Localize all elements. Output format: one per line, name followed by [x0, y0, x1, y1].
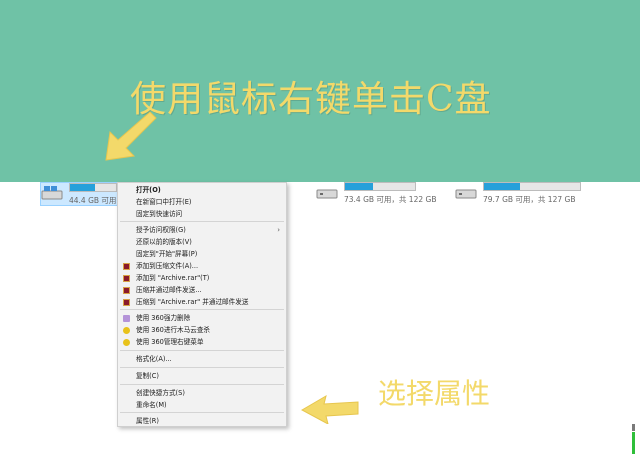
- context-menu-item[interactable]: 复制(C): [118, 371, 286, 382]
- context-menu-item[interactable]: 压缩并通过邮件发送...: [118, 285, 286, 296]
- instruction-caption: 选择属性: [378, 377, 491, 410]
- 360-delete-icon: [123, 315, 130, 322]
- context-menu-item[interactable]: 使用 360进行木马云查杀: [118, 325, 286, 336]
- scrollbar-indicator: [632, 432, 635, 454]
- drive-usage-bar: [69, 183, 117, 192]
- context-menu-item[interactable]: 属性(R): [118, 416, 286, 427]
- context-menu-item[interactable]: 格式化(A)...: [118, 354, 286, 365]
- context-menu-item[interactable]: 授予访问权限(G) ›: [118, 225, 286, 236]
- 360-icon: [123, 327, 130, 334]
- context-menu-item-label: 固定到"开始"屏幕(P): [136, 250, 198, 258]
- context-menu-item[interactable]: 创建快捷方式(S): [118, 388, 286, 399]
- context-menu-item-label: 固定到快速访问: [136, 210, 183, 218]
- context-menu-item-label: 格式化(A)...: [136, 355, 172, 363]
- context-menu-item-label: 打开(O): [136, 186, 161, 194]
- context-menu-item[interactable]: 添加到 "Archive.rar"(T): [118, 273, 286, 284]
- context-menu-item[interactable]: 重命名(M): [118, 400, 286, 411]
- context-menu-item[interactable]: 固定到"开始"屏幕(P): [118, 249, 286, 260]
- winrar-icon: [123, 287, 130, 294]
- instruction-headline: 使用鼠标右键单击C盘: [130, 79, 492, 120]
- menu-separator: [120, 367, 284, 368]
- menu-separator: [120, 221, 284, 222]
- context-menu-item-label: 使用 360进行木马云查杀: [136, 326, 211, 334]
- context-menu-item[interactable]: 在新窗口中打开(E): [118, 197, 286, 208]
- pointer-arrow-icon: [300, 394, 359, 424]
- menu-separator: [120, 309, 284, 310]
- context-menu-item-label: 授予访问权限(G): [136, 226, 186, 234]
- drive-c[interactable]: 44.4 GB 可用，: [40, 182, 124, 206]
- context-menu-item-label: 创建快捷方式(S): [136, 389, 185, 397]
- context-menu-item-label: 还原以前的版本(V): [136, 238, 192, 246]
- menu-separator: [120, 384, 284, 385]
- context-menu-item-label: 添加到 "Archive.rar"(T): [136, 274, 210, 282]
- context-menu-item[interactable]: 固定到快速访问: [118, 209, 286, 220]
- drive-usage-fill: [484, 183, 520, 190]
- hard-drive-icon: [455, 189, 477, 199]
- scrollbar-thumb[interactable]: [632, 424, 635, 431]
- context-menu-item[interactable]: 打开(O): [118, 185, 286, 196]
- drive-usage-fill: [70, 184, 96, 191]
- drive-size-text: 79.7 GB 可用，共 127 GB: [483, 195, 576, 204]
- context-menu-item[interactable]: 添加到压缩文件(A)...: [118, 261, 286, 272]
- context-menu: 打开(O) 在新窗口中打开(E) 固定到快速访问 授予访问权限(G) › 还原以前的版本(…: [117, 182, 287, 427]
- instruction-banner: 使用鼠标右键单击C盘: [0, 0, 640, 182]
- drive-e[interactable]: 79.7 GB 可用，共 127 GB: [455, 182, 585, 206]
- drive-size-text: 44.4 GB 可用，: [69, 196, 124, 205]
- drive-usage-bar: [483, 182, 581, 191]
- drive-usage-bar: [344, 182, 416, 191]
- context-menu-item[interactable]: 使用 360强力删除: [118, 313, 286, 324]
- pointer-arrow-icon: [105, 111, 157, 161]
- scrollbar[interactable]: [632, 424, 635, 454]
- context-menu-item-label: 压缩并通过邮件发送...: [136, 286, 202, 294]
- winrar-icon: [123, 263, 130, 270]
- winrar-icon: [123, 299, 130, 306]
- context-menu-item-label: 使用 360强力删除: [136, 314, 191, 322]
- drive-size-text: 73.4 GB 可用，共 122 GB: [344, 195, 437, 204]
- hard-drive-icon: [316, 189, 338, 199]
- drive-d[interactable]: 73.4 GB 可用，共 122 GB: [316, 182, 436, 206]
- winrar-icon: [123, 275, 130, 282]
- context-menu-item[interactable]: 压缩到 "Archive.rar" 并通过邮件发送: [118, 297, 286, 308]
- 360-icon: [123, 339, 130, 346]
- menu-separator: [120, 350, 284, 351]
- context-menu-item-label: 属性(R): [136, 417, 159, 425]
- context-menu-item-label: 压缩到 "Archive.rar" 并通过邮件发送: [136, 298, 249, 306]
- context-menu-item-label: 重命名(M): [136, 401, 167, 409]
- context-menu-item-label: 在新窗口中打开(E): [136, 198, 192, 206]
- context-menu-item-label: 使用 360管理右键菜单: [136, 338, 204, 346]
- context-menu-item[interactable]: 使用 360管理右键菜单: [118, 337, 286, 348]
- context-menu-item-label: 添加到压缩文件(A)...: [136, 262, 199, 270]
- context-menu-item[interactable]: 还原以前的版本(V): [118, 237, 286, 248]
- context-menu-item-label: 复制(C): [136, 372, 159, 380]
- hard-drive-icon: [41, 186, 63, 200]
- drive-usage-fill: [345, 183, 373, 190]
- menu-separator: [120, 412, 284, 413]
- chevron-right-icon: ›: [277, 226, 280, 234]
